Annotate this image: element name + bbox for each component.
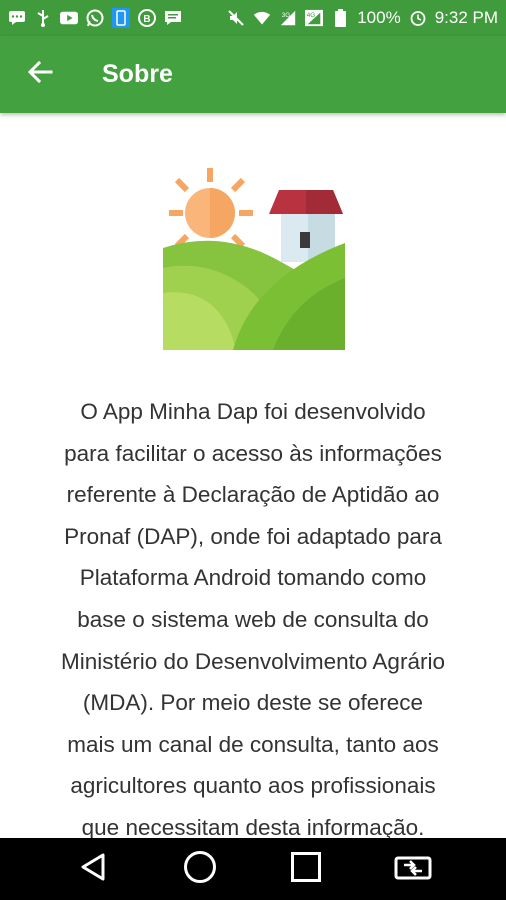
app-bar: Sobre	[0, 36, 506, 113]
status-bar-system: 3G 4G 100% 9:32 PM	[227, 8, 498, 28]
about-line: para facilitar o acesso às informações	[64, 440, 442, 466]
nav-recents-button[interactable]	[281, 844, 331, 894]
about-line: referente à Declaração de Aptidão ao	[66, 482, 440, 508]
farm-landscape-icon	[163, 168, 345, 350]
youtube-icon	[60, 9, 78, 27]
about-line: Plataforma Android tomando como	[79, 565, 427, 591]
about-line: Ministério do Desenvolvimento Agrário	[61, 648, 445, 674]
whatsapp-icon	[86, 9, 104, 27]
bitcoin-icon: B	[138, 9, 156, 27]
about-line: agricultores quanto aos profissionais	[70, 773, 436, 799]
svg-text:3G: 3G	[282, 12, 291, 19]
wifi-icon	[253, 9, 271, 27]
about-line: base o sistema web de consulta do	[77, 606, 429, 632]
about-description: O App Minha Dap foi desenvolvido para fa…	[20, 391, 486, 838]
about-line: que necessitam desta informação.	[81, 814, 425, 838]
about-line: O App Minha Dap foi desenvolvido	[80, 399, 426, 424]
about-line: mais um canal de consulta, tanto aos	[67, 731, 439, 757]
svg-text:4G: 4G	[307, 12, 316, 19]
mute-icon	[227, 9, 245, 27]
back-triangle-icon	[79, 852, 107, 887]
switch-apps-icon	[394, 852, 432, 887]
clock: 9:32 PM	[434, 8, 498, 27]
system-nav-bar	[0, 838, 506, 900]
arrow-back-icon	[27, 59, 53, 90]
chat-icon	[8, 9, 26, 27]
svg-text:B: B	[143, 14, 150, 25]
message-icon	[164, 9, 182, 27]
phone-screen-icon	[112, 8, 130, 28]
page-title: Sobre	[102, 60, 173, 88]
status-bar-notifications: B	[8, 8, 182, 28]
about-line: Pronaf (DAP), onde foi adaptado para	[64, 523, 442, 549]
alarm-icon	[409, 9, 427, 27]
battery-percent: 100%	[357, 8, 401, 27]
about-content[interactable]: O App Minha Dap foi desenvolvido para fa…	[0, 113, 506, 838]
recents-square-icon	[290, 851, 322, 888]
back-button[interactable]	[0, 36, 80, 113]
home-circle-icon	[183, 850, 217, 889]
nav-switch-button[interactable]	[388, 844, 438, 894]
battery-icon	[331, 9, 349, 27]
usb-icon	[34, 9, 52, 27]
nav-back-button[interactable]	[68, 844, 118, 894]
signal-4g-icon: 4G	[305, 9, 324, 27]
nav-home-button[interactable]	[175, 844, 225, 894]
about-line: (MDA). Por meio deste se oferece	[82, 690, 424, 716]
status-bar: B 3G 4G 100% 9:32 PM	[0, 0, 506, 36]
signal-3g-icon: 3G	[279, 9, 297, 27]
